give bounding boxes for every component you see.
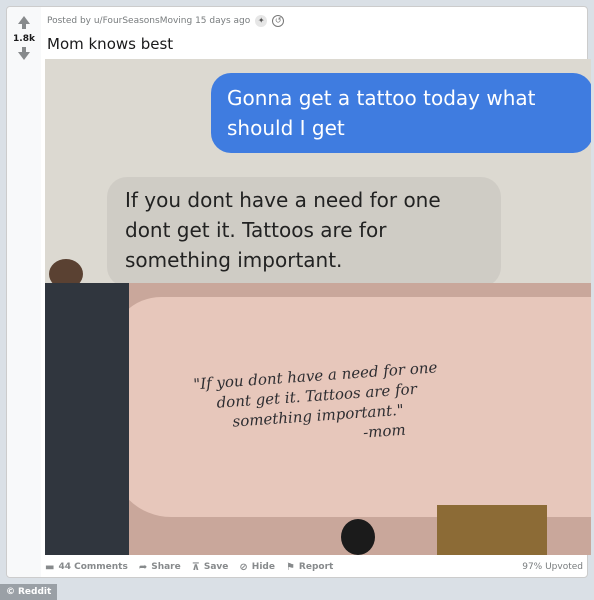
post-actions: ▬ 44 Comments ➦ Share ⊼ Save ⊘ Hide ⚑ Re… — [45, 559, 583, 575]
text-message-screenshot: Gonna get a tattoo today what should I g… — [45, 59, 591, 289]
comment-icon: ▬ — [45, 561, 55, 573]
post-meta: Posted by u/FourSeasonsMoving 15 days ag… — [47, 15, 285, 27]
reddit-credit: © Reddit — [0, 584, 58, 600]
hide-icon: ⊘ — [239, 561, 248, 573]
share-label: Share — [151, 562, 181, 572]
share-icon: ➦ — [138, 561, 148, 573]
report-label: Report — [298, 562, 334, 572]
post-title[interactable]: Mom knows best — [47, 35, 173, 53]
comments-button[interactable]: ▬ 44 Comments — [45, 562, 128, 573]
share-button[interactable]: ➦ Share — [139, 562, 181, 573]
hide-label: Hide — [251, 562, 275, 572]
upvote-icon[interactable] — [18, 16, 30, 29]
sleeve — [45, 283, 129, 555]
save-label: Save — [203, 562, 229, 572]
received-message-bubble: If you dont have a need for one dont get… — [107, 177, 501, 287]
report-icon: ⚑ — [285, 561, 295, 573]
report-button[interactable]: ⚑ Report — [286, 562, 333, 573]
vote-column: 1.8k — [7, 7, 41, 577]
copyright-icon: © — [6, 587, 15, 597]
vote-score: 1.8k — [13, 34, 35, 44]
upvote-ratio: 97% Upvoted — [522, 562, 583, 572]
post-image[interactable]: Gonna get a tattoo today what should I g… — [45, 59, 591, 555]
background-figure — [341, 519, 375, 555]
picture-frame — [437, 505, 547, 555]
tattoo-photo: "If you dont have a need for one dont ge… — [45, 283, 591, 555]
save-icon: ⊼ — [191, 561, 200, 573]
award-icon[interactable]: ✦ — [255, 15, 268, 27]
downvote-icon[interactable] — [18, 47, 30, 60]
post-meta-text: Posted by u/FourSeasonsMoving 15 days ag… — [47, 16, 251, 26]
reddit-credit-label: Reddit — [18, 587, 52, 597]
hide-button[interactable]: ⊘ Hide — [239, 562, 275, 573]
sent-message-bubble: Gonna get a tattoo today what should I g… — [211, 73, 591, 153]
post-card: 1.8k Posted by u/FourSeasonsMoving 15 da… — [6, 6, 591, 578]
comments-label: 44 Comments — [58, 562, 128, 572]
award-icon[interactable]: ↺ — [272, 15, 285, 27]
save-button[interactable]: ⊼ Save — [192, 562, 229, 573]
